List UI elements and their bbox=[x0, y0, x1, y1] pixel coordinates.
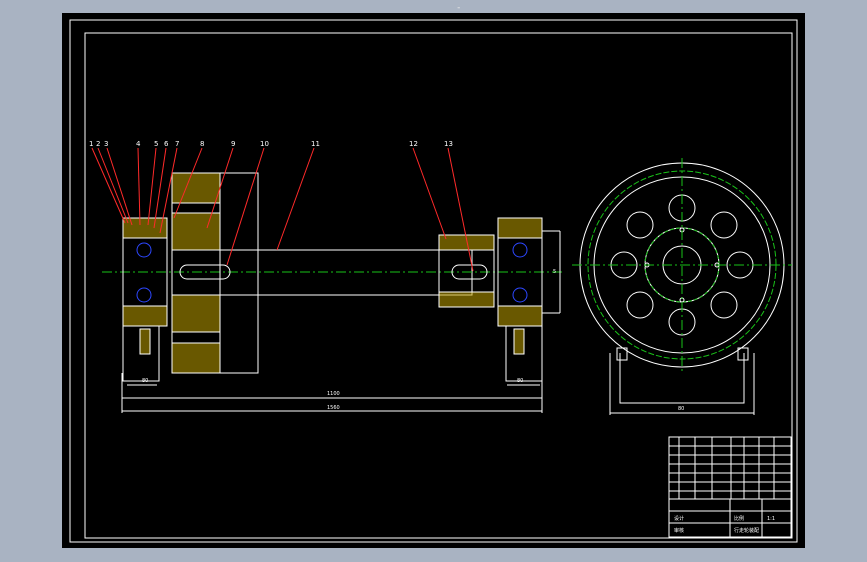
drawing-sheet: 1 2 3 4 5 6 7 8 9 10 11 12 13 1100 1560 … bbox=[69, 19, 798, 543]
cad-drawing-viewport[interactable]: 1 2 3 4 5 6 7 8 9 10 11 12 13 1100 1560 … bbox=[62, 13, 805, 548]
right-bearing-top bbox=[512, 242, 528, 258]
dim-side-height: 5 bbox=[553, 269, 556, 275]
dim-left-base: 80 bbox=[142, 378, 148, 384]
balloon-6: 6 bbox=[164, 140, 169, 148]
left-wheel-hatch-top bbox=[171, 172, 221, 204]
balloon-5: 5 bbox=[154, 140, 158, 148]
title-block bbox=[668, 436, 792, 538]
balloon-10: 10 bbox=[260, 140, 269, 148]
tb-drawing-name: 行走轮装配 bbox=[734, 527, 759, 534]
title-block-text: 设计 审核 比例 行走轮装配 1:1 bbox=[674, 515, 775, 534]
balloon-3: 3 bbox=[104, 140, 108, 148]
right-bearing-bottom bbox=[512, 287, 528, 303]
balloon-8: 8 bbox=[200, 140, 204, 148]
viewport-top-marker: - bbox=[456, 3, 462, 13]
leader-lines bbox=[91, 147, 474, 272]
left-bearing-top bbox=[136, 242, 152, 258]
balloon-2: 2 bbox=[96, 140, 100, 148]
balloon-13: 13 bbox=[444, 140, 453, 148]
front-section-view bbox=[102, 172, 562, 413]
balloon-labels: 1 2 3 4 5 6 7 8 9 10 11 12 13 bbox=[89, 140, 453, 148]
dim-right-base: 80 bbox=[517, 378, 523, 384]
side-view-dim: 80 bbox=[678, 406, 684, 412]
left-housing-hatch-top bbox=[122, 217, 168, 239]
tb-label-scale: 比例 bbox=[734, 515, 744, 522]
left-wheel-hub bbox=[219, 172, 259, 374]
side-view bbox=[572, 158, 792, 415]
left-wheel-hatch-bottom bbox=[171, 342, 221, 374]
dim-span-text: 1100 bbox=[327, 391, 340, 397]
balloon-11: 11 bbox=[311, 140, 320, 148]
left-housing-hatch-bottom bbox=[122, 305, 168, 327]
tb-label-check: 审核 bbox=[674, 527, 684, 534]
balloon-12: 12 bbox=[409, 140, 418, 148]
tb-sheet: 1:1 bbox=[767, 516, 775, 522]
balloon-1: 1 bbox=[89, 140, 93, 148]
dim-overall-text: 1560 bbox=[327, 405, 340, 411]
balloon-4: 4 bbox=[136, 140, 141, 148]
balloon-9: 9 bbox=[231, 140, 235, 148]
balloon-7: 7 bbox=[175, 140, 179, 148]
tb-label-design: 设计 bbox=[674, 515, 684, 522]
left-bearing-bottom bbox=[136, 287, 152, 303]
